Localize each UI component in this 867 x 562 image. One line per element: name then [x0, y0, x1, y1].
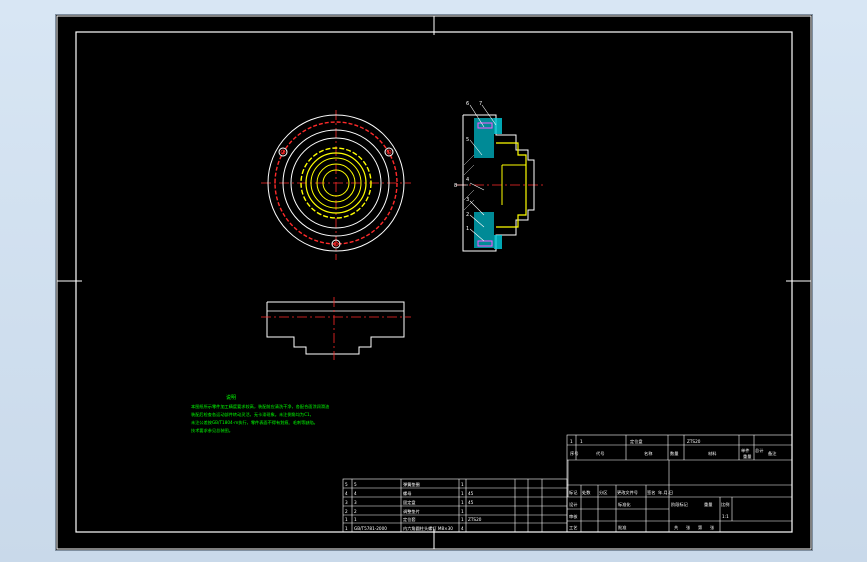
tb-col-header: 备注	[768, 450, 777, 457]
notes-line: 本图纸所示零件加工精度要求较高，装配前应清洗干净，各配合面涂润滑油	[191, 403, 329, 410]
tb-stage: 阶段标记	[671, 501, 689, 508]
pl-qty: 1	[461, 500, 464, 505]
tb-col-header: 总计	[755, 447, 763, 454]
pl-qty: 1	[461, 517, 464, 522]
outer-frame	[56, 15, 812, 550]
tb-weight-label: 重量	[743, 453, 751, 460]
pl-no: 4	[345, 491, 348, 496]
balloon-label: 3	[466, 197, 469, 203]
pl-code: 4	[354, 491, 357, 496]
top-view-outline	[266, 301, 405, 355]
pl-name: 固定盘	[403, 499, 416, 506]
balloon-label: 2	[466, 212, 469, 218]
tb-qty: 1	[580, 439, 583, 444]
pl-qty: 4	[461, 526, 464, 531]
hatch-small-upper	[494, 118, 502, 134]
notes-line: 技术要求参见总装图。	[191, 427, 233, 434]
section-outline	[462, 114, 535, 252]
cad-viewport[interactable]: 6 7 5 4 3 2 1 8 说明 本图纸所示零件加工精度要求较高，装配前应清…	[55, 14, 813, 551]
notes-line: 装配后检查各运动部件转动灵活，无卡滞现象。未注倒角均为C1，	[191, 411, 314, 418]
tb-col-header: 材料	[708, 450, 717, 457]
tb-sheet: 张	[710, 524, 715, 531]
tb-design: 设计	[569, 501, 577, 508]
pl-material: ZTS20	[468, 517, 482, 522]
tb-sign: 年.月.日	[658, 489, 673, 496]
tb-sign: 标记	[569, 489, 578, 496]
hatch-lower	[474, 212, 494, 248]
pl-code: GB/T5781-2000	[354, 526, 387, 531]
drawing-canvas: 6 7 5 4 3 2 1 8 说明 本图纸所示零件加工精度要求较高，装配前应清…	[56, 15, 812, 550]
centering-marks	[57, 16, 811, 549]
balloon-label: 7	[479, 101, 482, 107]
tb-col-header: 数量	[670, 450, 678, 457]
tb-standard: 标准化	[618, 501, 631, 508]
tb-sign: 签名	[647, 489, 655, 496]
pl-material: 45	[468, 500, 474, 505]
tb-col-header: 名称	[644, 450, 652, 457]
pl-name: 调整垫片	[403, 508, 420, 515]
pl-qty: 1	[461, 482, 464, 487]
inner-frame	[75, 31, 793, 533]
notes-heading: 说明	[226, 394, 236, 401]
pl-no: 2	[345, 509, 348, 514]
notes-line: 未注公差按GB/T1804-m执行，零件表面不得有划痕、毛刺等缺陷。	[191, 419, 318, 426]
tb-sign: 更改文件号	[617, 489, 638, 496]
parts-list-text: 5 5 弹簧垫圈 1 4 4 螺母 1 45 3 3 固定盘 1 45 2 2 …	[345, 481, 482, 532]
technical-notes: 说明 本图纸所示零件加工精度要求较高，装配前应清洗干净，各配合面涂润滑油 装配后…	[191, 394, 329, 434]
front-view	[261, 110, 411, 260]
pl-code: 5	[354, 482, 357, 487]
tb-sheet: 第	[698, 524, 702, 531]
tb-sign: 处数	[582, 489, 591, 496]
top-view	[261, 297, 411, 360]
tb-material: ZTS20	[687, 439, 701, 444]
tb-sheet: 共	[674, 524, 678, 531]
tb-name: 定位盘	[630, 438, 643, 445]
title-block-text: 1 1 定位盘 ZTS20 序号 代号 名称 数量 材料 单件 总计 备注 重量…	[569, 438, 777, 531]
tb-sign: 分区	[599, 489, 607, 496]
tb-scale: 1:1	[722, 514, 729, 519]
pl-code: 2	[354, 509, 357, 514]
pl-code: 1	[354, 517, 357, 522]
section-view: 6 7 5 4 3 2 1 8	[454, 101, 546, 252]
balloon-label: 5	[466, 137, 469, 143]
hatch-upper	[474, 118, 494, 158]
pl-qty: 1	[461, 509, 464, 514]
pl-qty: 1	[461, 491, 464, 496]
pl-no: 1	[345, 517, 348, 522]
pl-name: 内六角圆柱头螺钉 M8×30	[403, 525, 453, 532]
tb-stage: 比例	[721, 501, 729, 508]
pl-name: 螺母	[403, 490, 411, 497]
balloon-label: 8	[454, 183, 457, 189]
hatch-small-lower	[494, 235, 502, 249]
balloon-label: 4	[466, 177, 469, 183]
balloon-label: 6	[466, 101, 469, 107]
tb-stage: 重量	[704, 501, 712, 508]
tb-index: 1	[570, 439, 573, 444]
tb-col-header: 代号	[596, 450, 604, 457]
parts-list-grid	[342, 478, 568, 533]
pl-material: 45	[468, 491, 474, 496]
tb-approve: 批准	[618, 524, 626, 531]
tb-process: 工艺	[569, 525, 577, 530]
tb-col-header: 单件	[741, 447, 749, 454]
pl-name: 定位套	[403, 516, 416, 523]
tb-check: 审核	[569, 513, 578, 520]
pl-code: 3	[354, 500, 357, 505]
pl-no: 3	[345, 500, 348, 505]
balloon-label: 1	[466, 226, 469, 232]
tb-sheet: 张	[686, 524, 691, 531]
tb-col-header: 序号	[570, 450, 578, 457]
pl-no: 1	[345, 526, 348, 531]
pl-no: 5	[345, 482, 348, 487]
pl-name: 弹簧垫圈	[403, 481, 420, 488]
